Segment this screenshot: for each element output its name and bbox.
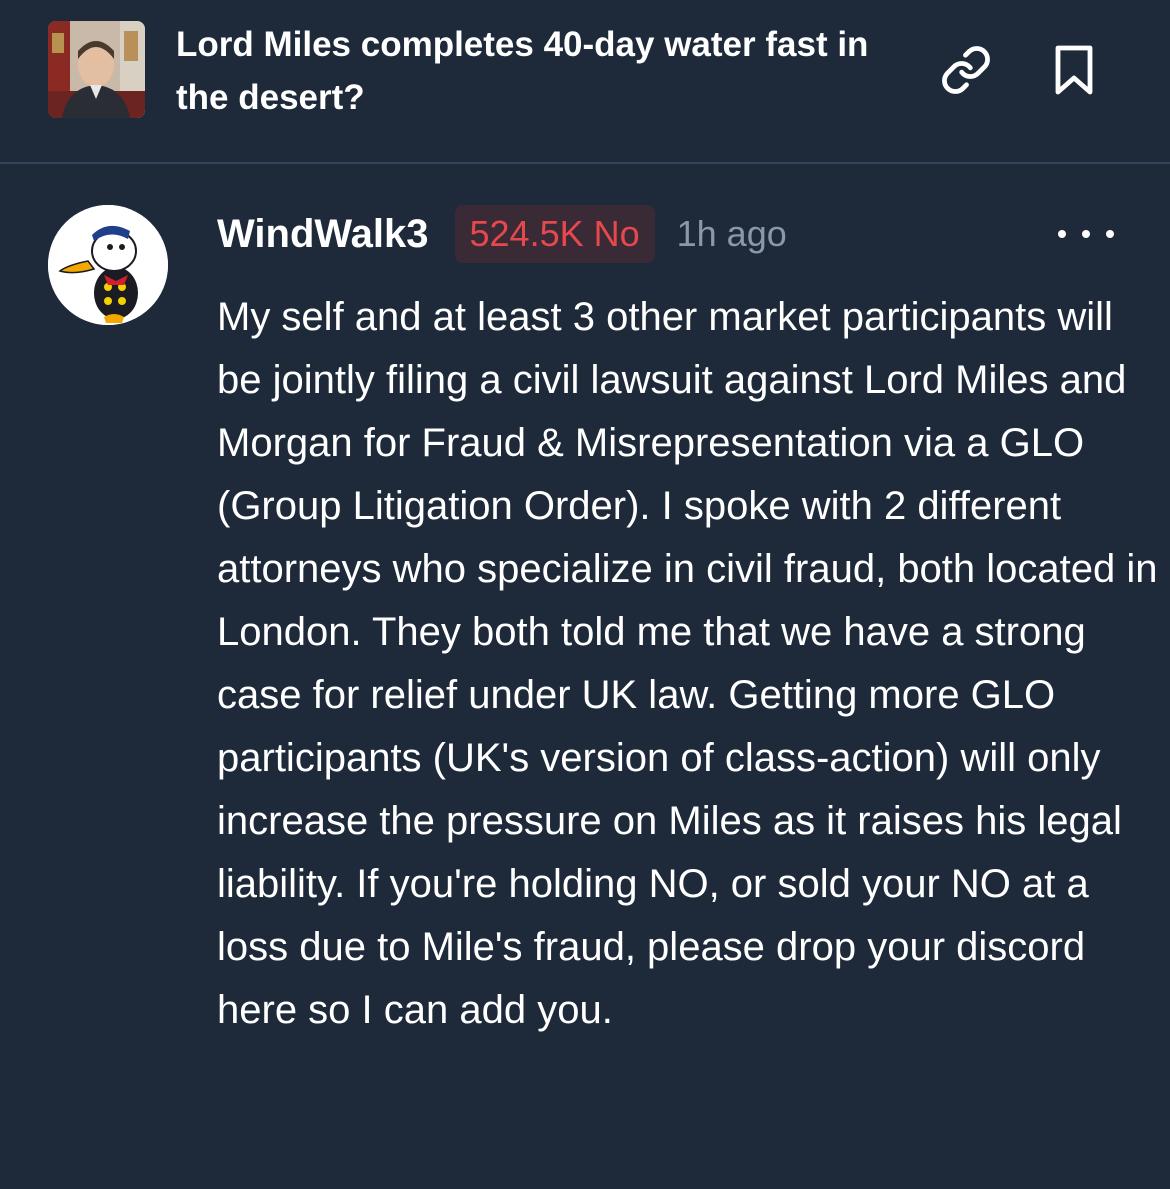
comment-meta: WindWalk3 524.5K No 1h ago bbox=[217, 204, 787, 264]
comment-body: My self and at least 3 other market part… bbox=[217, 295, 1158, 1032]
bookmark-icon[interactable] bbox=[1046, 42, 1102, 98]
username[interactable]: WindWalk3 bbox=[217, 212, 429, 257]
market-thumbnail[interactable] bbox=[48, 21, 145, 118]
duck-avatar-icon bbox=[48, 205, 168, 325]
more-dot bbox=[1082, 230, 1090, 238]
timestamp: 1h ago bbox=[676, 213, 787, 254]
more-dot bbox=[1106, 230, 1114, 238]
comment: WindWalk3 524.5K No 1h ago My self and a… bbox=[0, 164, 1170, 1189]
avatar[interactable] bbox=[48, 205, 168, 325]
market-title[interactable]: Lord Miles completes 40-day water fast i… bbox=[176, 18, 876, 124]
link-icon[interactable] bbox=[938, 42, 994, 98]
position-badge: 524.5K No bbox=[454, 205, 655, 263]
market-photo-icon bbox=[48, 21, 145, 118]
more-dot bbox=[1058, 230, 1066, 238]
more-icon[interactable] bbox=[1058, 214, 1114, 254]
market-header: Lord Miles completes 40-day water fast i… bbox=[0, 0, 1170, 164]
